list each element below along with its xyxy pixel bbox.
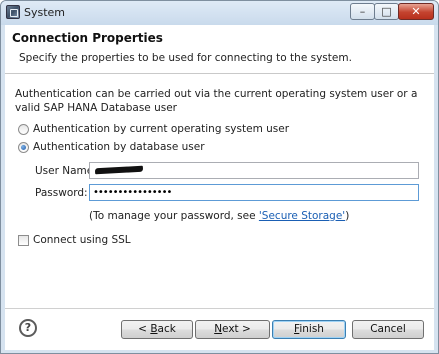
radio-db-user-label[interactable]: Authentication by database user xyxy=(33,141,205,153)
ssl-checkbox-row[interactable]: Connect using SSL xyxy=(18,234,138,248)
password-value: •••••••••••••••• xyxy=(93,187,172,198)
next-button[interactable]: Next > xyxy=(195,320,270,339)
radio-os-user-label[interactable]: Authentication by current operating syst… xyxy=(33,123,289,135)
dialog-window: System – □ ✕ Connection Properties Speci… xyxy=(0,0,439,354)
minimize-icon: – xyxy=(359,5,366,18)
radio-db-user-control[interactable] xyxy=(18,142,29,153)
secure-storage-link[interactable]: 'Secure Storage' xyxy=(259,210,345,222)
next-post: ext > xyxy=(222,323,251,335)
password-field[interactable]: •••••••••••••••• xyxy=(89,184,419,201)
user-name-label: User Name: xyxy=(35,165,97,177)
ssl-label[interactable]: Connect using SSL xyxy=(33,234,131,246)
back-pre: < xyxy=(138,323,151,335)
manage-suffix: ) xyxy=(345,210,350,222)
minimize-button[interactable]: – xyxy=(350,3,375,20)
auth-info-text: Authentication can be carried out via th… xyxy=(15,88,418,114)
wizard-content: Authentication can be carried out via th… xyxy=(5,74,434,308)
window-title: System xyxy=(24,6,66,19)
manage-prefix: (To manage your password, see xyxy=(89,210,259,222)
page-description: Specify the properties to be used for co… xyxy=(19,52,352,64)
close-button[interactable]: ✕ xyxy=(398,3,434,20)
system-app-icon[interactable] xyxy=(6,5,20,19)
cancel-button[interactable]: Cancel xyxy=(352,320,424,339)
wizard-footer: ? < Back Next > Finish Cancel xyxy=(5,308,434,350)
help-icon[interactable]: ? xyxy=(19,319,37,337)
radio-db-user[interactable]: Authentication by database user xyxy=(18,141,218,155)
finish-button[interactable]: Finish xyxy=(272,320,346,339)
radio-os-user-control[interactable] xyxy=(18,124,29,135)
manage-password-hint: (To manage your password, see 'Secure St… xyxy=(89,210,349,222)
title-bar[interactable]: System – □ ✕ xyxy=(1,1,438,25)
finish-post: inish xyxy=(299,323,324,335)
redaction-mark xyxy=(94,165,144,175)
back-mnemonic: B xyxy=(150,323,158,335)
wizard-header: Connection Properties Specify the proper… xyxy=(5,25,434,74)
maximize-icon: □ xyxy=(381,5,392,18)
user-name-field[interactable] xyxy=(89,162,419,179)
page-title: Connection Properties xyxy=(12,31,163,45)
close-icon: ✕ xyxy=(411,5,421,18)
radio-os-user[interactable]: Authentication by current operating syst… xyxy=(18,123,289,137)
next-mnemonic: N xyxy=(214,323,223,335)
password-label: Password: xyxy=(35,187,88,199)
ssl-checkbox[interactable] xyxy=(18,235,29,246)
back-button[interactable]: < Back xyxy=(121,320,193,339)
maximize-button[interactable]: □ xyxy=(374,3,399,20)
back-post: ack xyxy=(157,323,176,335)
